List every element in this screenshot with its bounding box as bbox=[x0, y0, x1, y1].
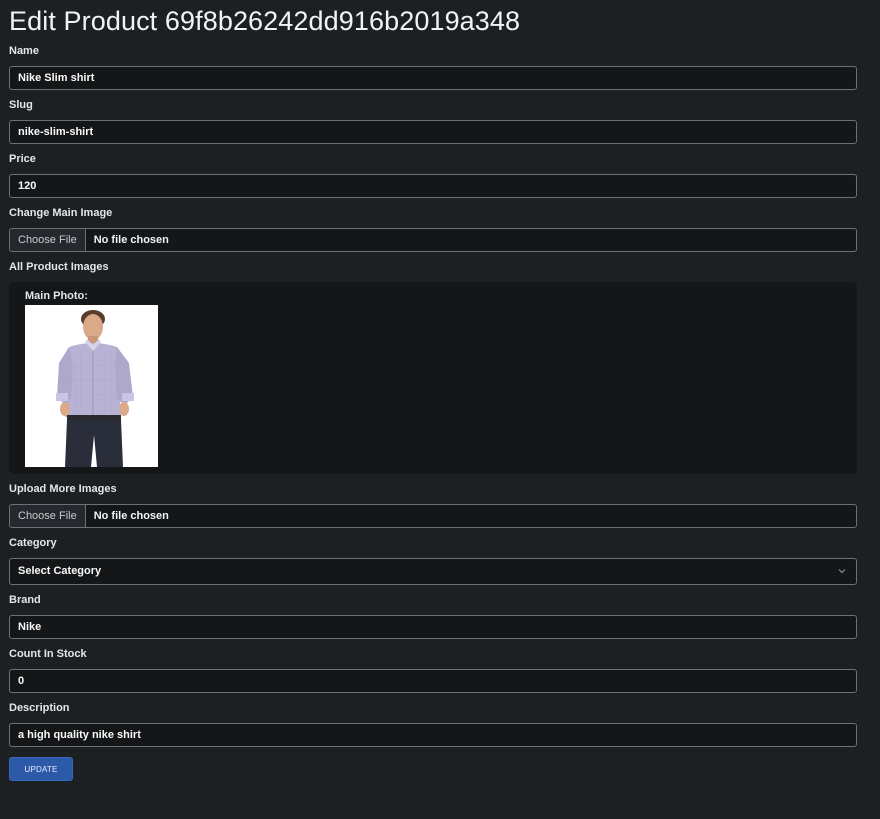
more-images-choose-file-button[interactable]: Choose File bbox=[10, 505, 86, 527]
main-photo-image bbox=[25, 305, 158, 467]
price-label: Price bbox=[9, 153, 36, 165]
all-images-label: All Product Images bbox=[9, 261, 109, 273]
main-image-label: Change Main Image bbox=[9, 207, 113, 219]
slug-group: Slug bbox=[9, 98, 857, 144]
description-input[interactable] bbox=[9, 723, 857, 747]
name-input[interactable] bbox=[9, 66, 857, 90]
name-label: Name bbox=[9, 45, 39, 57]
more-images-file-input[interactable]: Choose File No file chosen bbox=[9, 504, 857, 528]
slug-label: Slug bbox=[9, 99, 33, 111]
chevron-down-icon bbox=[838, 569, 846, 574]
main-image-group: Change Main Image Choose File No file ch… bbox=[9, 206, 857, 252]
brand-input[interactable] bbox=[9, 615, 857, 639]
category-label: Category bbox=[9, 537, 57, 549]
product-images-panel: Main Photo: bbox=[9, 282, 857, 474]
page-title: Edit Product 69f8b26242dd916b2019a348 bbox=[9, 6, 521, 36]
main-image-choose-file-button[interactable]: Choose File bbox=[10, 229, 86, 251]
edit-product-page: Edit Product 69f8b26242dd916b2019a348 Na… bbox=[0, 0, 880, 819]
count-in-stock-input[interactable] bbox=[9, 669, 857, 693]
main-image-file-status: No file chosen bbox=[93, 234, 169, 246]
more-images-label: Upload More Images bbox=[9, 483, 117, 495]
price-group: Price bbox=[9, 152, 857, 198]
all-images-group: All Product Images Main Photo: bbox=[9, 260, 857, 474]
category-select[interactable]: Select Category bbox=[9, 558, 857, 585]
category-group: Category Select Category bbox=[9, 536, 857, 585]
description-group: Description bbox=[9, 701, 857, 747]
description-label: Description bbox=[9, 702, 70, 714]
slug-input[interactable] bbox=[9, 120, 857, 144]
main-photo-label: Main Photo: bbox=[25, 290, 88, 302]
more-images-file-status: No file chosen bbox=[93, 510, 169, 522]
main-image-file-input[interactable]: Choose File No file chosen bbox=[9, 228, 857, 252]
brand-group: Brand bbox=[9, 593, 857, 639]
category-selected-value: Select Category bbox=[18, 565, 102, 577]
name-group: Name bbox=[9, 44, 857, 90]
update-button[interactable]: UPDATE bbox=[9, 757, 73, 781]
count-group: Count In Stock bbox=[9, 647, 857, 693]
more-images-group: Upload More Images Choose File No file c… bbox=[9, 482, 857, 528]
price-input[interactable] bbox=[9, 174, 857, 198]
count-label: Count In Stock bbox=[9, 648, 87, 660]
brand-label: Brand bbox=[9, 594, 41, 606]
